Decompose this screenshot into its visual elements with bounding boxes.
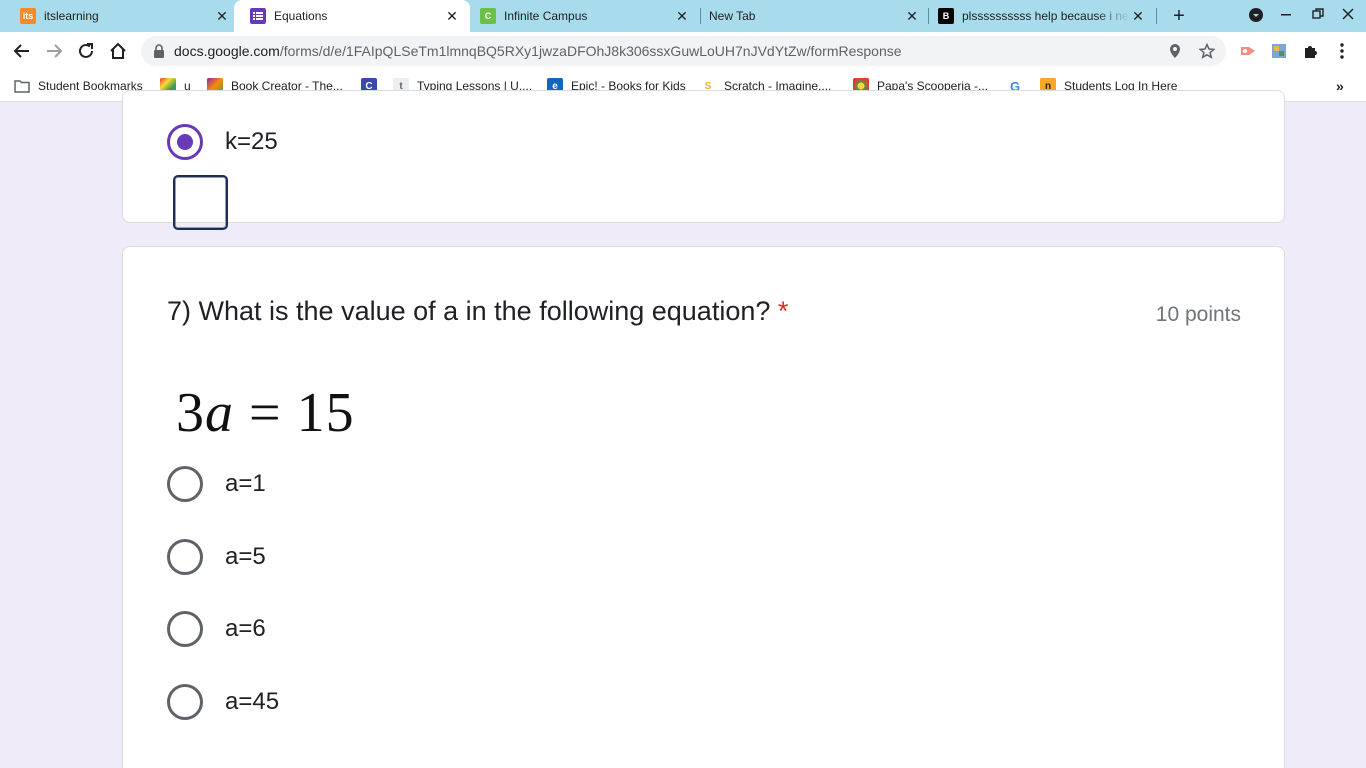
lock-icon[interactable]: [153, 44, 165, 63]
option-label: a=1: [225, 470, 266, 497]
radio-a-5[interactable]: [167, 539, 203, 575]
url-text: docs.google.com/forms/d/e/1FAIpQLSeTm1lm…: [174, 43, 902, 59]
restore-icon[interactable]: [1309, 7, 1327, 25]
itslearning-icon: its: [20, 8, 36, 24]
google-forms-icon: [250, 8, 266, 24]
question-title: 7) What is the value of a in the followi…: [167, 296, 788, 327]
tab-title: itslearning: [44, 9, 99, 23]
focused-input-box[interactable]: [173, 175, 228, 230]
radio-a-1[interactable]: [167, 466, 203, 502]
brainly-icon: B: [938, 8, 954, 24]
forward-arrow-icon[interactable]: [42, 39, 66, 63]
previous-question-card: [122, 90, 1285, 223]
tab-title: Equations: [274, 9, 328, 23]
close-icon[interactable]: ✕: [444, 8, 460, 24]
browser-toolbar: docs.google.com/forms/d/e/1FAIpQLSeTm1lm…: [0, 32, 1366, 70]
photo-extension-icon[interactable]: [1271, 43, 1287, 59]
equation-variable: a: [205, 382, 234, 444]
required-asterisk: *: [777, 296, 789, 326]
folder-icon: [14, 78, 30, 94]
close-icon[interactable]: ✕: [214, 8, 230, 24]
equation-coefficient: 3: [176, 382, 205, 444]
bookmark-star-icon[interactable]: [1198, 42, 1216, 59]
menu-kebab-icon[interactable]: [1339, 43, 1355, 59]
extensions-puzzle-icon[interactable]: [1303, 43, 1319, 59]
url-path: /forms/d/e/1FAIpQLSeTm1lmnqBQ5RXy1jwzaDF…: [279, 43, 902, 59]
tab-separator: [1156, 8, 1157, 24]
back-arrow-icon[interactable]: [10, 39, 34, 63]
tab-title: New Tab: [709, 9, 756, 23]
tab-strip: its itslearning ✕ Equations ✕ C Infinite…: [0, 0, 1366, 32]
more-bookmarks-chevron-icon[interactable]: »: [1336, 76, 1344, 96]
question-text: 7) What is the value of a in the followi…: [167, 296, 771, 326]
radio-a-6[interactable]: [167, 611, 203, 647]
minimize-icon[interactable]: [1277, 7, 1295, 25]
close-icon[interactable]: ✕: [674, 8, 690, 24]
tab-title: plssssssssss help because i ne: [962, 9, 1129, 23]
tab-brainly-question[interactable]: B plssssssssss help because i ne ✕: [918, 0, 1156, 32]
new-tab-icon[interactable]: +: [1168, 5, 1190, 27]
option-label: k=25: [225, 128, 278, 155]
close-window-icon[interactable]: [1339, 7, 1357, 25]
equation-image: 3a = 15: [176, 381, 355, 445]
option-label: a=6: [225, 615, 266, 642]
tab-search-icon[interactable]: [1247, 7, 1265, 25]
reload-icon[interactable]: [74, 39, 98, 63]
location-pin-icon[interactable]: [1167, 43, 1183, 59]
tab-title: Infinite Campus: [504, 9, 588, 23]
tab-new-tab[interactable]: New Tab ✕: [690, 0, 930, 32]
close-icon[interactable]: ✕: [1130, 8, 1146, 24]
tab-itslearning[interactable]: its itslearning ✕: [0, 0, 240, 32]
home-icon[interactable]: [106, 39, 130, 63]
tab-equations[interactable]: Equations ✕: [234, 0, 470, 32]
option-label: a=45: [225, 688, 280, 715]
screencastify-extension-icon[interactable]: [1239, 43, 1255, 59]
radio-k-25[interactable]: [167, 124, 203, 160]
infinite-campus-icon: C: [480, 8, 496, 24]
option-label: a=5: [225, 543, 266, 570]
equation-rest: = 15: [234, 382, 355, 444]
address-bar[interactable]: docs.google.com/forms/d/e/1FAIpQLSeTm1lm…: [141, 36, 1226, 66]
tab-infinite-campus[interactable]: C Infinite Campus ✕: [460, 0, 700, 32]
url-host: docs.google.com: [174, 43, 280, 59]
points-label: 10 points: [1155, 303, 1241, 326]
radio-a-45[interactable]: [167, 684, 203, 720]
